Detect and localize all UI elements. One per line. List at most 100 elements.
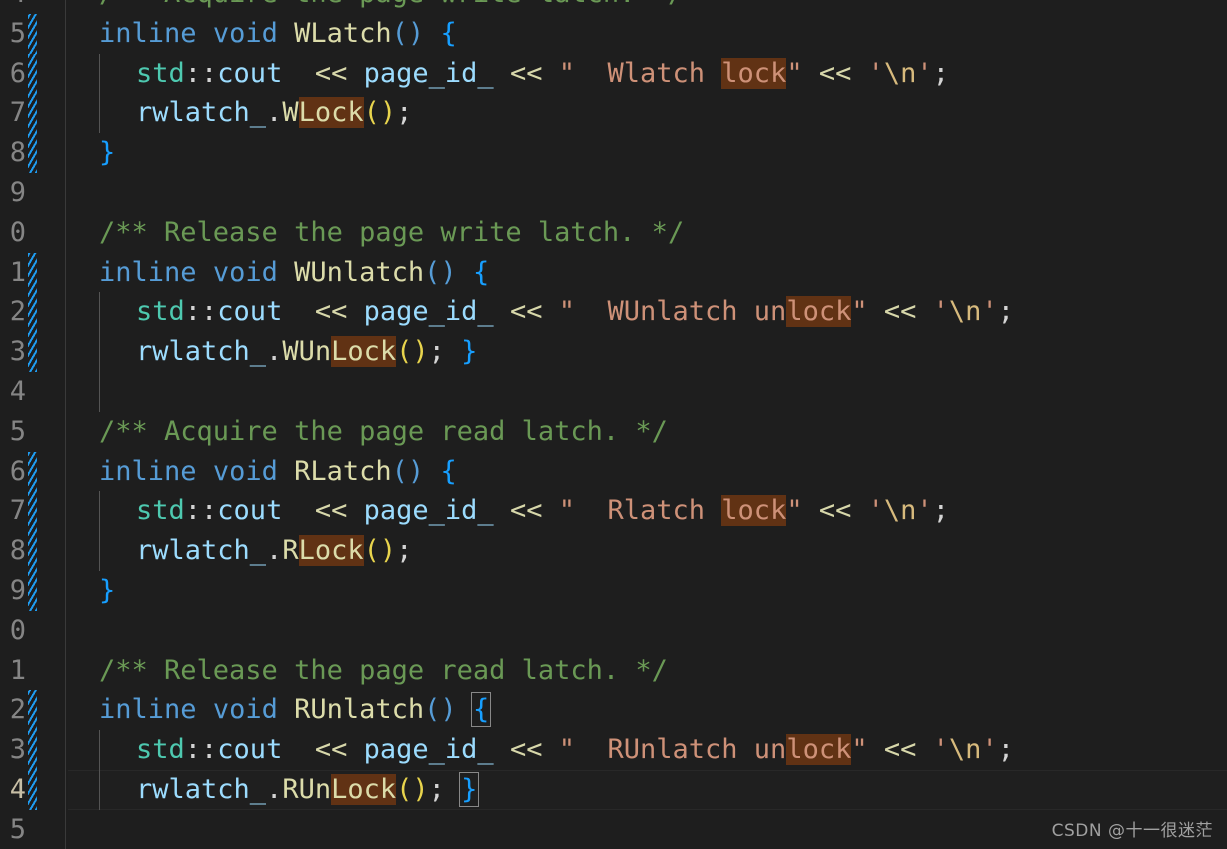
code-line[interactable]: 5 /** Acquire the page read latch. */ — [0, 412, 1227, 452]
code-text[interactable]: rwlatch_.RUnLock(); } — [136, 770, 480, 810]
code-line[interactable]: 1 inline void WUnlatch() { — [0, 252, 1227, 293]
line-number: 2 — [9, 296, 26, 328]
code-text[interactable]: inline void RLatch() { — [99, 452, 457, 492]
git-modified-indicator[interactable] — [28, 491, 37, 532]
code-text[interactable]: std::cout << page_id_ << " Wlatch lock" … — [136, 54, 949, 94]
git-modified-indicator[interactable] — [28, 93, 37, 134]
parens-token: () — [391, 17, 425, 49]
code-text[interactable]: } — [99, 571, 115, 611]
code-text[interactable]: /** Acquire the page read latch. */ — [99, 412, 668, 452]
code-line[interactable]: 8 rwlatch_.RLock(); — [0, 531, 1227, 571]
git-modified-indicator[interactable] — [28, 133, 37, 173]
code-line[interactable]: 5 — [0, 810, 1227, 849]
string-token: RUnlatch un — [574, 734, 787, 766]
code-line[interactable]: 9 — [0, 173, 1227, 213]
function-name-token: WUnlatch — [294, 256, 425, 288]
shift-operator-token: << — [883, 296, 917, 328]
code-text[interactable]: inline void WLatch() { — [99, 14, 457, 54]
git-modified-indicator[interactable] — [28, 292, 37, 333]
line-number: 2 — [9, 694, 26, 726]
git-modified-indicator[interactable] — [28, 252, 37, 293]
code-text[interactable]: } — [99, 133, 115, 173]
code-line[interactable]: 7 std::cout << page_id_ << " Rlatch lock… — [0, 491, 1227, 532]
code-line[interactable]: 6 inline void RLatch() { — [0, 451, 1227, 492]
code-line[interactable]: 8 } — [0, 133, 1227, 173]
shift-operator-token: << — [509, 734, 543, 766]
code-line[interactable]: 9 } — [0, 570, 1227, 611]
line-number: 1 — [9, 654, 26, 686]
code-line[interactable]: 5 inline void WLatch() { — [0, 13, 1227, 54]
code-text[interactable]: rwlatch_.RLock(); — [136, 531, 412, 571]
comment-token: /** Release the page write latch. */ — [99, 216, 685, 248]
find-match-highlight: lock — [786, 296, 852, 328]
find-match-highlight: Lock — [331, 336, 397, 368]
line-number: 4 — [9, 375, 26, 407]
code-line[interactable]: 0 /** Release the page write latch. */ — [0, 213, 1227, 253]
code-lines-container[interactable]: 4 /** Acquire the page write latch. */ 5… — [0, 0, 1227, 849]
code-text[interactable]: std::cout << page_id_ << " RUnlatch unlo… — [136, 730, 1014, 770]
git-modified-indicator[interactable] — [28, 769, 37, 810]
find-match-highlight: Lock — [331, 773, 397, 805]
comment-token: /** Acquire the page write latch. */ — [99, 0, 684, 9]
code-line[interactable]: 2 std::cout << page_id_ << " WUnlatch un… — [0, 292, 1227, 333]
shift-operator-token: << — [314, 296, 348, 328]
code-text[interactable]: /** Release the page write latch. */ — [99, 213, 684, 253]
code-text[interactable]: /** Acquire the page write latch. */ — [99, 0, 684, 14]
code-text[interactable]: inline void WUnlatch() { — [99, 253, 489, 293]
variable-token: page_id_ — [363, 734, 494, 766]
scope-operator-token: :: — [184, 296, 218, 328]
code-text[interactable]: std::cout << page_id_ << " WUnlatch unlo… — [136, 292, 1014, 332]
code-line[interactable]: 0 — [0, 611, 1227, 651]
comment-token: /** Release the page read latch. */ — [99, 654, 668, 686]
git-modified-indicator[interactable] — [28, 531, 37, 571]
code-line[interactable]: 7 rwlatch_.WLock(); — [0, 93, 1227, 134]
git-modified-indicator[interactable] — [28, 451, 37, 492]
code-text[interactable]: std::cout << page_id_ << " Rlatch lock" … — [136, 491, 949, 531]
line-number: 7 — [9, 97, 26, 129]
code-text[interactable]: inline void RUnlatch() { — [99, 690, 492, 730]
parens-token: () — [363, 97, 397, 129]
line-number: 5 — [9, 813, 26, 845]
keyword-token: void — [212, 17, 278, 49]
string-quote-token: " — [558, 495, 575, 527]
variable-token: cout — [217, 734, 283, 766]
function-name-token: RLatch — [294, 455, 392, 487]
escape-token: \n — [883, 57, 917, 89]
code-text[interactable]: rwlatch_.WLock(); — [136, 93, 412, 133]
keyword-token: void — [212, 694, 278, 726]
variable-token: rwlatch_ — [136, 535, 267, 567]
code-line-current[interactable]: 4 rwlatch_.RUnLock(); } — [0, 769, 1227, 810]
code-editor[interactable]: 4 /** Acquire the page write latch. */ 5… — [0, 0, 1227, 849]
line-number: 0 — [9, 614, 26, 646]
code-text[interactable]: /** Release the page read latch. */ — [99, 651, 668, 691]
shift-operator-token: << — [509, 495, 543, 527]
string-quote-token: " — [558, 296, 575, 328]
git-modified-indicator[interactable] — [28, 13, 37, 54]
find-match-highlight: lock — [721, 57, 787, 89]
indent-guide — [99, 730, 100, 770]
code-line[interactable]: 1 /** Release the page read latch. */ — [0, 651, 1227, 691]
semicolon-token: ; — [428, 336, 445, 368]
git-modified-indicator[interactable] — [28, 53, 37, 94]
parens-token: () — [396, 336, 429, 368]
bracket-match-close: } — [459, 771, 480, 807]
git-modified-indicator[interactable] — [28, 690, 37, 731]
code-line[interactable]: 2 inline void RUnlatch() { — [0, 690, 1227, 731]
escape-token: \n — [948, 734, 982, 766]
shift-operator-token: << — [314, 734, 348, 766]
git-modified-indicator[interactable] — [28, 570, 37, 611]
code-text[interactable]: rwlatch_.WUnLock(); } — [136, 332, 477, 372]
dot-token: . — [266, 773, 283, 805]
string-quote-token: " — [786, 495, 803, 527]
namespace-token: std — [136, 57, 185, 89]
code-line[interactable]: 6 std::cout << page_id_ << " Wlatch lock… — [0, 53, 1227, 94]
git-modified-indicator[interactable] — [28, 332, 37, 372]
variable-token: rwlatch_ — [136, 773, 267, 805]
line-number: 6 — [9, 455, 26, 487]
code-line[interactable]: 4 /** Acquire the page write latch. */ — [0, 0, 1227, 14]
code-line[interactable]: 3 rwlatch_.WUnLock(); } — [0, 332, 1227, 372]
find-match-highlight: Lock — [298, 535, 364, 567]
git-modified-indicator[interactable] — [28, 730, 37, 770]
code-line[interactable]: 3 std::cout << page_id_ << " RUnlatch un… — [0, 730, 1227, 770]
code-line[interactable]: 4 — [0, 371, 1227, 412]
